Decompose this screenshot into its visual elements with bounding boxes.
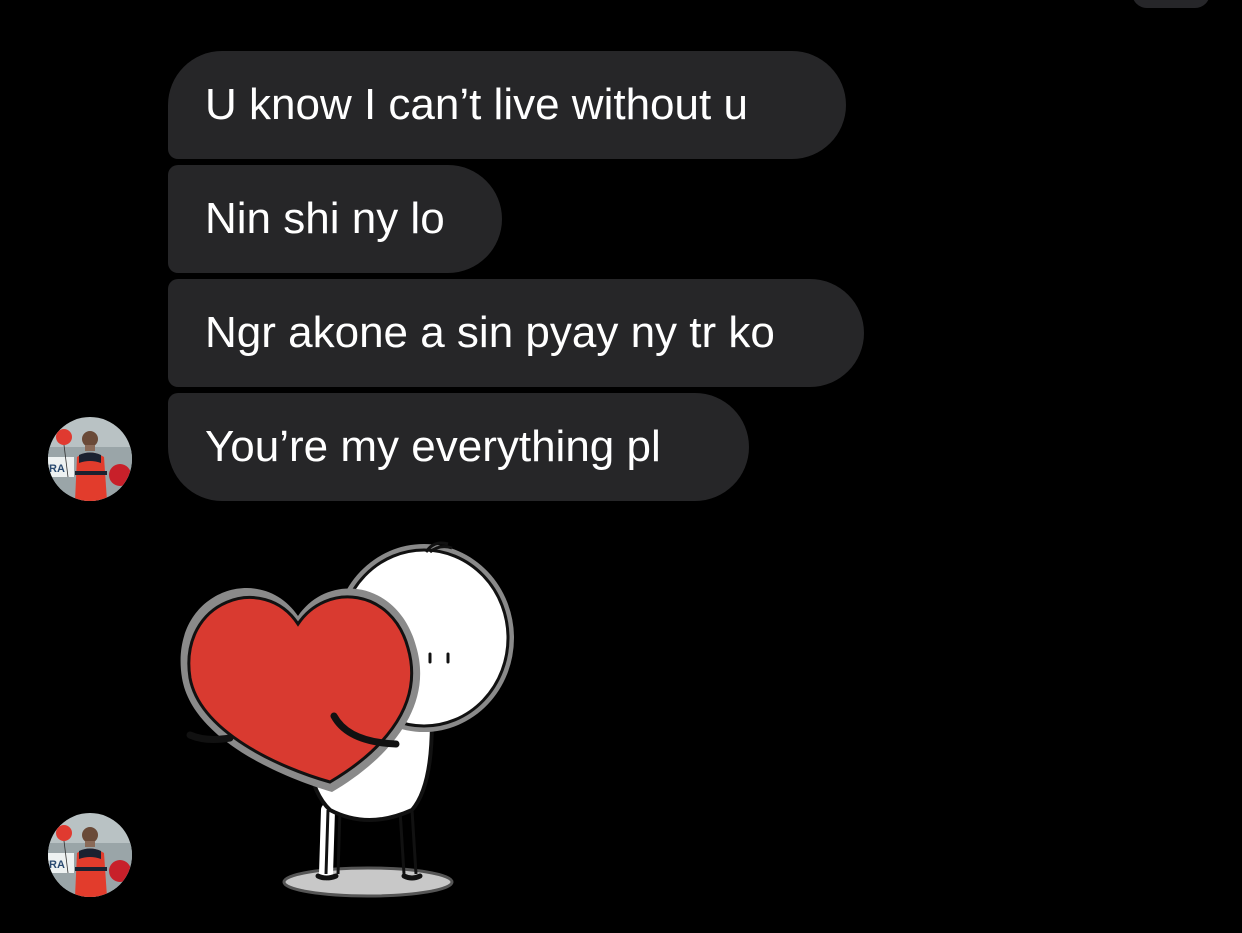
avatar-photo-icon: RA <box>48 813 132 897</box>
svg-text:RA: RA <box>49 463 65 475</box>
partial-sent-bubble <box>1132 0 1210 8</box>
heart-hug-sticker[interactable] <box>168 530 528 902</box>
sender-avatar[interactable]: RA <box>48 417 132 501</box>
sender-avatar[interactable]: RA <box>48 813 132 897</box>
message-text: Ngr akone a sin pyay ny tr ko <box>205 308 775 357</box>
heart-hug-sticker-icon <box>180 541 514 898</box>
message-text: You’re my everything pl <box>205 422 661 471</box>
message-bubble-3[interactable]: Ngr akone a sin pyay ny tr ko <box>168 279 864 387</box>
message-text: U know I can’t live without u <box>205 80 748 129</box>
svg-text:RA: RA <box>49 859 65 871</box>
message-bubble-4[interactable]: You’re my everything pl <box>168 393 749 501</box>
avatar-photo-icon: RA <box>48 417 132 501</box>
message-text: Nin shi ny lo <box>205 194 445 243</box>
message-bubble-2[interactable]: Nin shi ny lo <box>168 165 502 273</box>
message-bubble-1[interactable]: U know I can’t live without u <box>168 51 846 159</box>
